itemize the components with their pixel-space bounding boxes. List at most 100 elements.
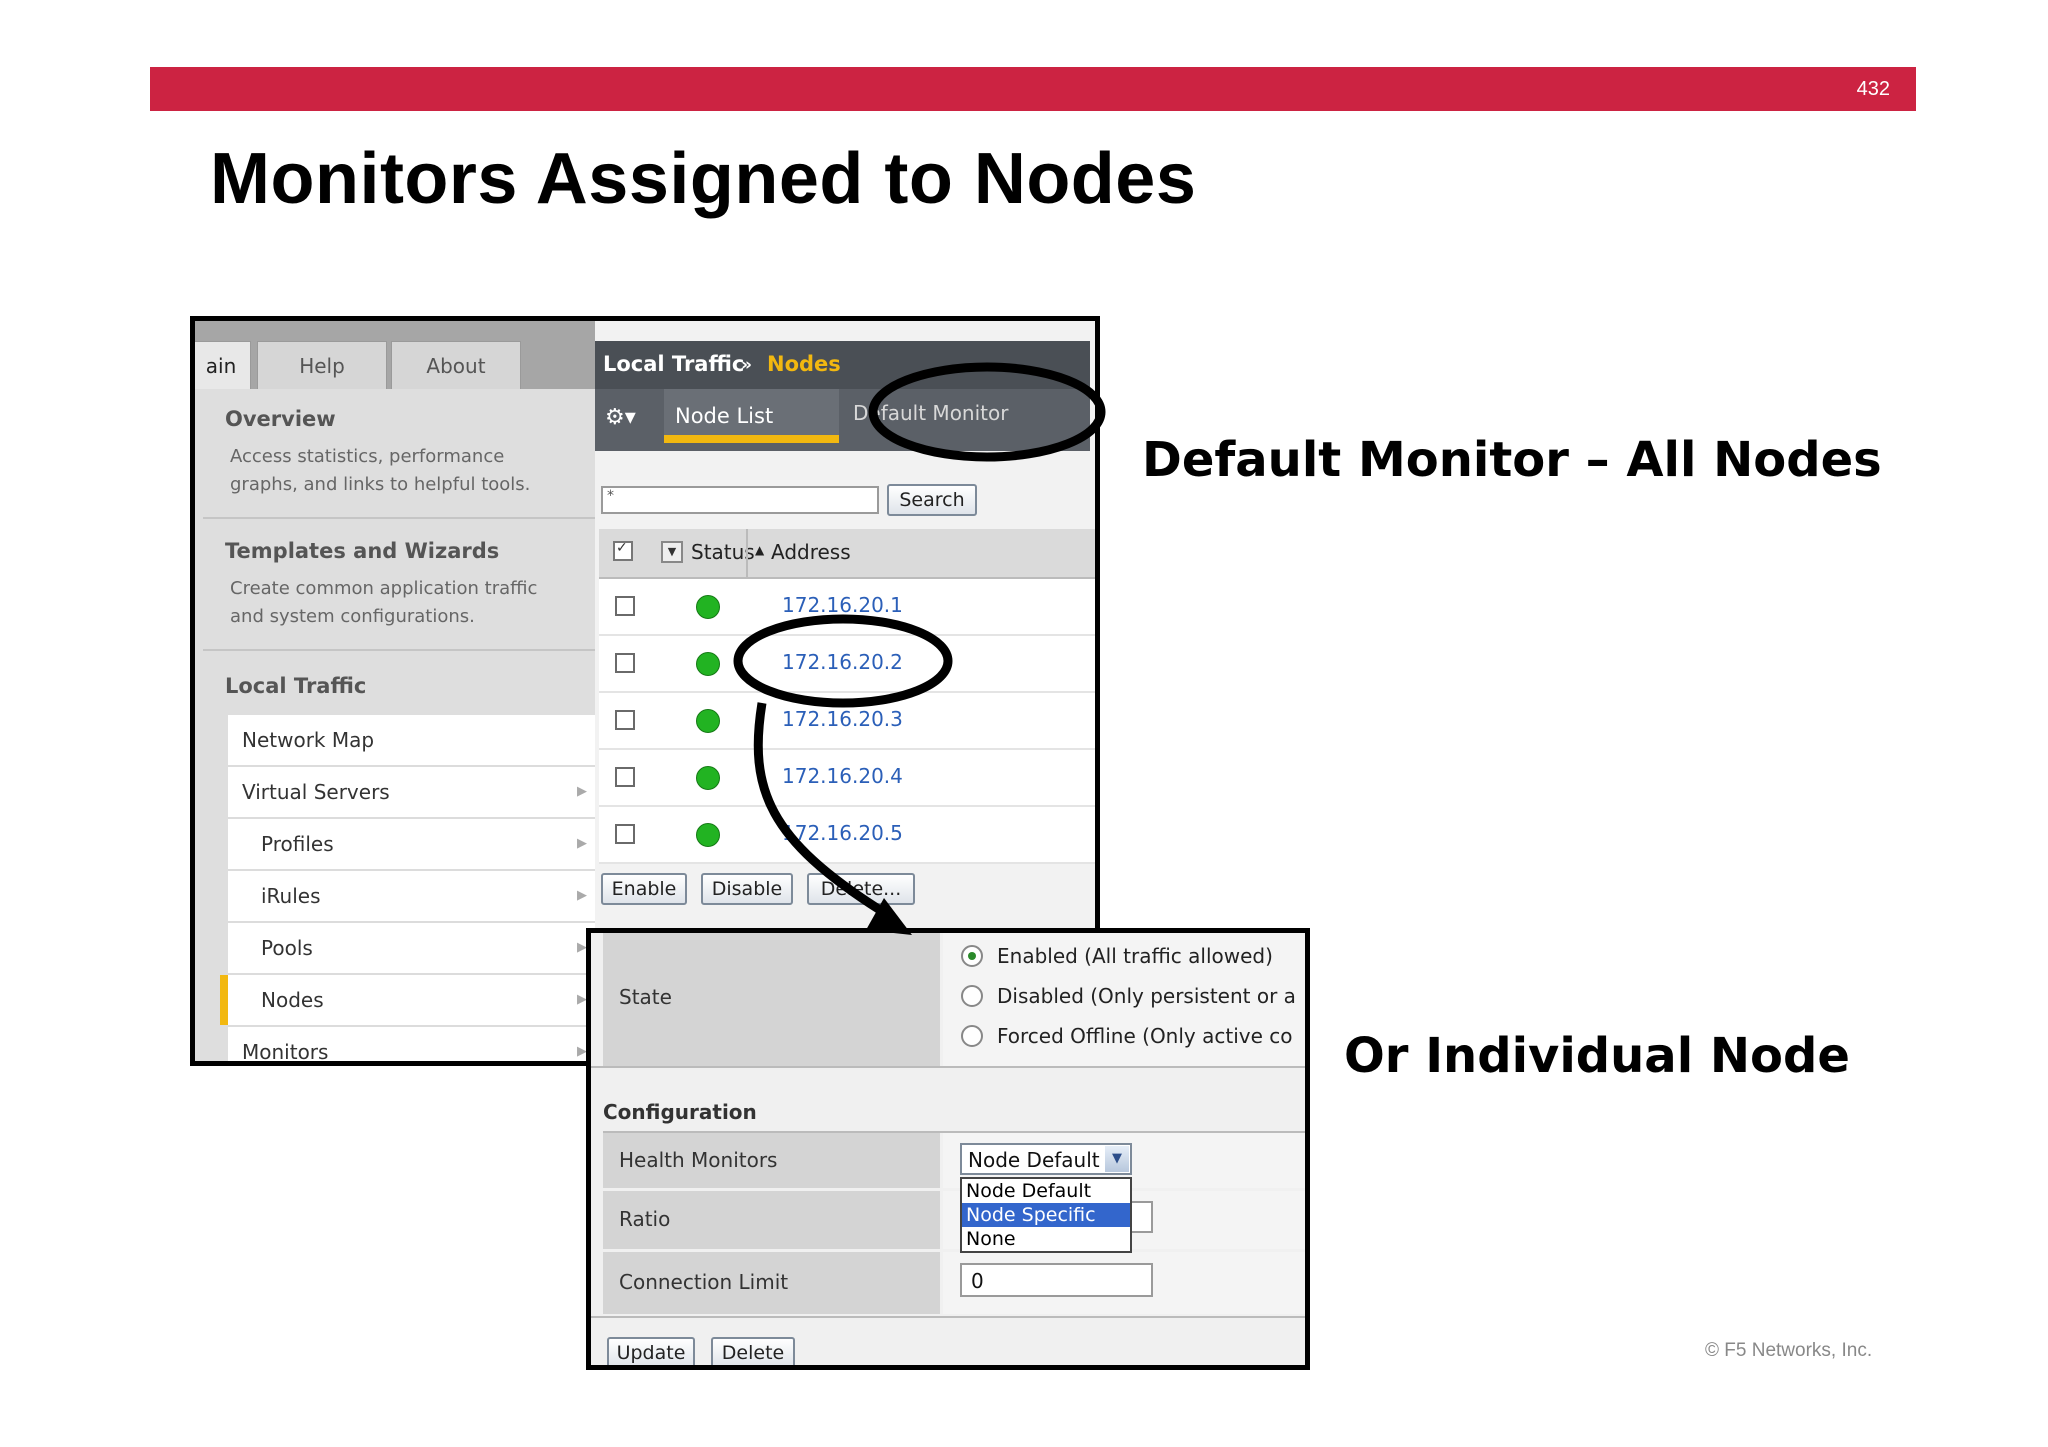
nav-nodes[interactable]: Nodes ▶ (220, 975, 595, 1027)
top-nav: ain Help About (195, 321, 600, 390)
nav-monitors[interactable]: Monitors ▶ (228, 1027, 595, 1064)
table-row: 172.16.20.3 (599, 693, 1095, 750)
nav-label: Monitors (242, 1040, 329, 1064)
health-monitors-dropdown: Node Default Node Specific None (960, 1177, 1132, 1253)
table-row: 172.16.20.5 (599, 807, 1095, 864)
option-node-default[interactable]: Node Default (962, 1179, 1130, 1203)
health-monitors-label: Health Monitors (619, 1148, 778, 1172)
row-checkbox[interactable] (615, 824, 635, 844)
local-traffic-nav: Network Map Virtual Servers ▶ Profiles ▶ i… (220, 715, 595, 1064)
health-monitors-label-cell: Health Monitors (603, 1133, 940, 1188)
overview-panel: Overview Access statistics, performance … (203, 389, 603, 519)
ratio-label-cell: Ratio (603, 1191, 940, 1249)
health-monitors-select[interactable]: Node Default ▼ (960, 1143, 1132, 1175)
callout-default-monitor: Default Monitor – All Nodes (1142, 432, 1882, 488)
filter-input[interactable]: * (601, 486, 879, 514)
divider (591, 1316, 1305, 1318)
templates-desc: Create common application traffic and sy… (230, 578, 538, 627)
slide-banner: 432 (150, 67, 1916, 111)
copyright: © F5 Networks, Inc. (1705, 1340, 1873, 1361)
tab-default-monitor[interactable]: Default Monitor (853, 401, 1008, 425)
tab-main[interactable]: ain (195, 341, 251, 390)
nav-label: Nodes (261, 988, 324, 1012)
state-label-cell: State (603, 933, 940, 1066)
templates-title[interactable]: Templates and Wizards (225, 539, 499, 563)
option-node-specific[interactable]: Node Specific (962, 1203, 1130, 1227)
radio-disabled-label: Disabled (Only persistent or a (997, 984, 1296, 1008)
selected-marker (220, 975, 228, 1025)
nav-label: Network Map (242, 728, 375, 752)
nav-virtual-servers[interactable]: Virtual Servers ▶ (228, 767, 595, 819)
select-all-checkbox[interactable]: ✓ (613, 540, 633, 561)
templates-panel: Templates and Wizards Create common appl… (203, 521, 603, 651)
chevron-right-icon: ▶ (577, 836, 587, 851)
radio-enabled-label: Enabled (All traffic allowed) (997, 944, 1273, 968)
delete-node-button[interactable]: Delete (711, 1337, 795, 1365)
overview-desc: Access statistics, performance graphs, a… (230, 446, 531, 495)
column-menu-icon[interactable]: ▼ (661, 541, 683, 563)
column-address[interactable]: Address (771, 540, 851, 564)
radio-disabled[interactable] (961, 985, 983, 1007)
nav-label: iRules (261, 884, 321, 908)
chevron-down-icon[interactable]: ▼ (1105, 1146, 1129, 1172)
chevron-right-icon: ▶ (577, 784, 587, 799)
node-address-link[interactable]: 172.16.20.2 (782, 650, 903, 674)
row-checkbox[interactable] (615, 767, 635, 787)
configuration-heading: Configuration (603, 1100, 757, 1124)
connection-limit-input[interactable]: 0 (960, 1263, 1153, 1297)
delete-button[interactable]: Delete... (807, 873, 915, 905)
nav-network-map[interactable]: Network Map (228, 715, 595, 767)
search-button[interactable]: Search (887, 484, 977, 516)
gear-icon[interactable]: ⚙▾ (605, 405, 636, 430)
nav-irules[interactable]: iRules ▶ (228, 871, 595, 923)
disable-button[interactable]: Disable (701, 873, 793, 905)
radio-enabled[interactable] (961, 945, 983, 967)
tab-help[interactable]: Help (257, 341, 387, 390)
node-address-link[interactable]: 172.16.20.1 (782, 593, 903, 617)
tab-about[interactable]: About (391, 341, 521, 390)
row-checkbox[interactable] (615, 710, 635, 730)
nav-pools[interactable]: Pools ▶ (228, 923, 595, 975)
enable-button[interactable]: Enable (601, 873, 687, 905)
check-icon: ✓ (616, 540, 628, 556)
option-none[interactable]: None (962, 1227, 1130, 1251)
row-checkbox[interactable] (615, 596, 635, 616)
node-address-link[interactable]: 172.16.20.5 (782, 821, 903, 845)
nav-profiles[interactable]: Profiles ▶ (228, 819, 595, 871)
update-button[interactable]: Update (607, 1337, 695, 1365)
divider (591, 1066, 1305, 1068)
left-panel: Overview Access statistics, performance … (195, 389, 603, 1061)
health-monitors-selected: Node Default (968, 1148, 1100, 1172)
column-divider (746, 529, 748, 577)
table-header: ✓ ▼ Status ▲ Address (599, 529, 1095, 579)
table-row: 172.16.20.4 (599, 750, 1095, 807)
breadcrumb-page: Nodes (767, 352, 841, 376)
state-label: State (619, 985, 672, 1009)
radio-forced-offline-label: Forced Offline (Only active co (997, 1024, 1293, 1048)
breadcrumb-separator: » (741, 355, 752, 375)
nav-label: Profiles (261, 832, 334, 856)
tab-node-list[interactable]: Node List (664, 389, 839, 443)
connection-limit-value: 0 (971, 1269, 984, 1293)
state-options: Enabled (All traffic allowed) Disabled (… (943, 933, 1305, 1066)
node-properties-screenshot: State Enabled (All traffic allowed) Disa… (586, 928, 1310, 1370)
local-traffic-title: Local Traffic (225, 674, 367, 698)
callout-individual-node: Or Individual Node (1344, 1028, 1850, 1084)
radio-forced-offline[interactable] (961, 1025, 983, 1047)
connection-limit-label: Connection Limit (619, 1270, 789, 1294)
status-green-icon (696, 766, 720, 790)
status-green-icon (696, 823, 720, 847)
overview-title[interactable]: Overview (225, 407, 336, 431)
chevron-right-icon: ▶ (577, 888, 587, 903)
node-address-link[interactable]: 172.16.20.4 (782, 764, 903, 788)
ratio-label: Ratio (619, 1207, 671, 1231)
connection-limit-label-cell: Connection Limit (603, 1252, 940, 1314)
status-green-icon (696, 595, 720, 619)
nav-label: Virtual Servers (242, 780, 390, 804)
table-row: 172.16.20.1 (599, 579, 1095, 636)
node-address-link[interactable]: 172.16.20.3 (782, 707, 903, 731)
row-checkbox[interactable] (615, 653, 635, 673)
status-green-icon (696, 652, 720, 676)
breadcrumb-section[interactable]: Local Traffic (603, 352, 744, 376)
nav-label: Pools (261, 936, 313, 960)
